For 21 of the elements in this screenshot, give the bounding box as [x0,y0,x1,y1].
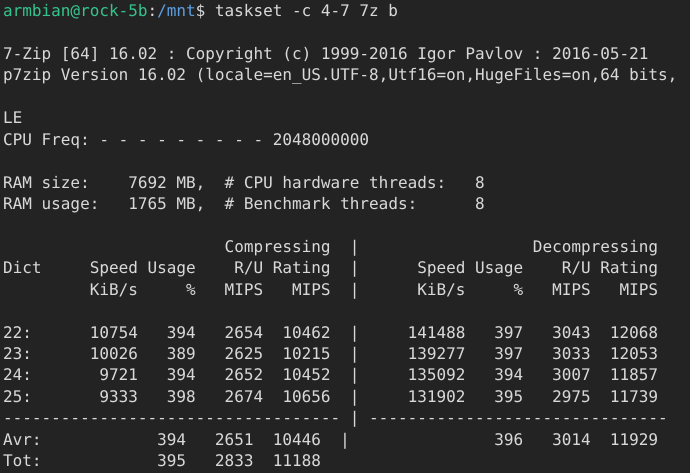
terminal-line: CPU Freq: - - - - - - - - - 2048000000 [3,130,370,149]
prompt-user-host: armbian@rock-5b [3,1,148,20]
terminal-line: RAM usage: 1765 MB, # Benchmark threads: 8 [3,194,485,213]
terminal-line: KiB/s % MIPS MIPS | KiB/s % MIPS MIPS [88,280,658,299]
terminal-line: Tot: 395 2833 11188 [3,451,321,470]
terminal-line: LE [3,108,22,128]
terminal-line: 23: 10026 389 2625 10215 | 139277 397 3033 12053 [3,344,658,363]
terminal-line: Dict Speed Usage R/U Rating | Speed Usage R/U Rating [3,258,658,278]
terminal-line: ----------------------------------- | ------------------------------- [3,408,668,428]
terminal-line: RAM size: 7692 MB, # CPU hardware threads: 8 [3,172,485,192]
prompt-path: /mnt [157,1,196,20]
terminal-line: 25: 9333 398 2674 10656 | 131902 395 2975 11739 [3,386,658,406]
terminal-line: p7zip Version 16.02 (locale=en_US.UTF-8,Utf16=on,HugeFiles=on,64 bits, [3,65,678,84]
command-text: taskset -c 4-7 7z b [214,1,398,20]
prompt-symbol: $ [196,1,206,20]
terminal-line: 22: 10754 394 2654 10462 | 141488 397 3043 12068 [3,322,658,342]
prompt-separator: : [148,1,158,20]
terminal-line: 24: 9721 394 2652 10452 | 135092 394 3007 11857 [3,365,658,384]
terminal-line: Compressing | Decompressing [224,236,658,256]
terminal-line: Avr: 394 2651 10446 | 396 3014 11929 [3,430,658,449]
terminal-line: 7-Zip [64] 16.02 : Copyright (c) 1999-2016 Igor Pavlov : 2016-05-21 [3,44,648,63]
